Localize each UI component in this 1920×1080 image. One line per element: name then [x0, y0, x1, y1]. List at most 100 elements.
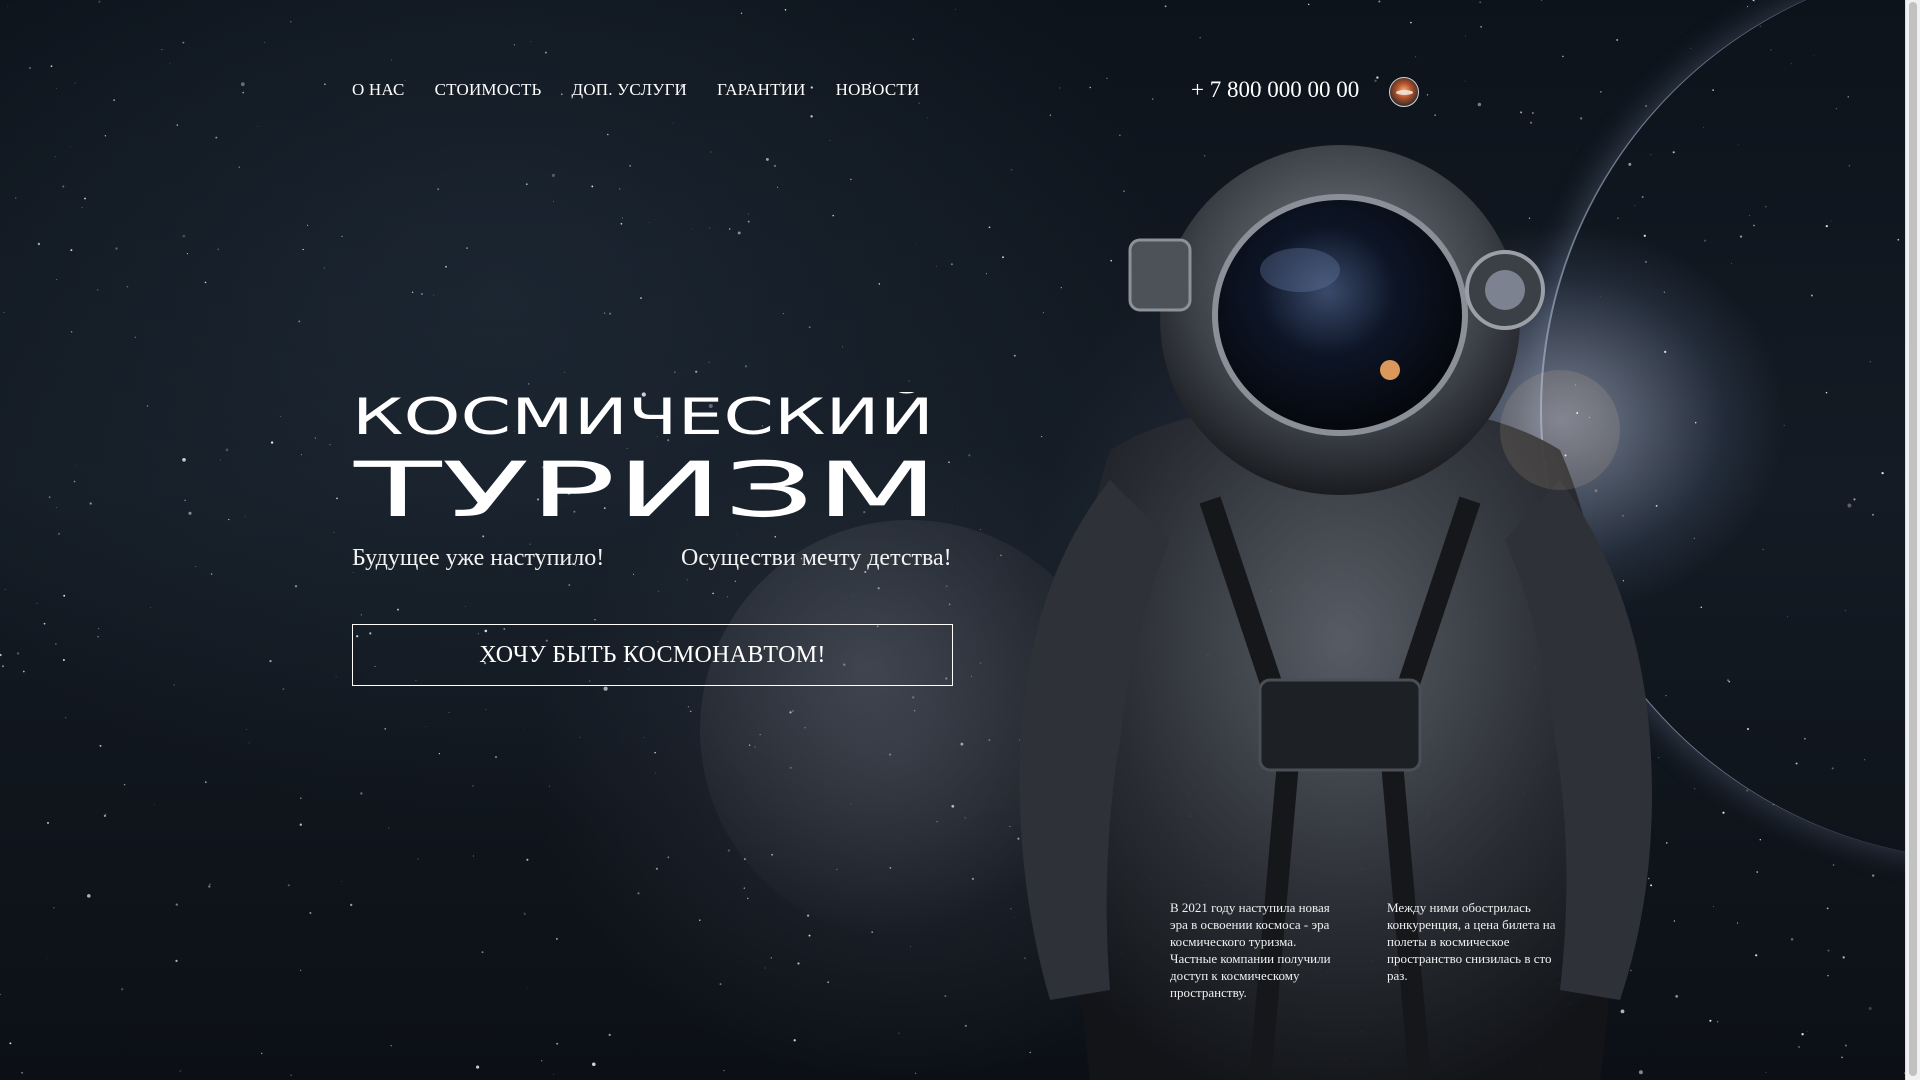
star — [737, 231, 741, 235]
star — [81, 206, 83, 208]
star — [70, 146, 71, 148]
star — [56, 506, 58, 508]
star — [620, 222, 623, 225]
star — [64, 716, 67, 719]
star — [673, 371, 676, 374]
star — [290, 1074, 292, 1076]
star — [242, 91, 245, 94]
star — [594, 619, 596, 621]
star — [699, 919, 701, 921]
star — [640, 297, 642, 300]
star — [299, 823, 302, 826]
star — [1378, 0, 1381, 3]
star — [1872, 874, 1875, 877]
star — [527, 383, 530, 385]
star — [1746, 789, 1749, 792]
star — [1827, 949, 1830, 952]
info-text-right: Между ними обострилась конкуренция, а це… — [1387, 900, 1556, 983]
star — [240, 82, 245, 87]
star — [609, 312, 612, 315]
star — [417, 858, 419, 860]
star — [1376, 76, 1379, 79]
star — [736, 533, 738, 535]
star — [564, 371, 566, 373]
scrollbar[interactable] — [1905, 0, 1920, 1080]
star — [914, 1072, 917, 1074]
star — [269, 659, 272, 663]
nav-item-about[interactable]: О НАС — [352, 80, 405, 100]
star — [63, 594, 66, 597]
star — [210, 573, 213, 575]
star — [55, 643, 57, 645]
star — [287, 884, 290, 887]
star — [793, 1039, 796, 1042]
star — [47, 821, 49, 824]
star — [832, 214, 835, 217]
star — [384, 728, 386, 730]
star — [1434, 114, 1436, 116]
phone-number[interactable]: + 7 800 000 00 00 — [1191, 77, 1359, 103]
star — [607, 133, 609, 136]
star — [476, 1065, 480, 1069]
star — [632, 573, 635, 575]
nav-item-extra-services[interactable]: ДОП. УСЛУГИ — [572, 80, 687, 100]
star — [727, 596, 729, 598]
star — [48, 496, 51, 498]
star — [104, 813, 107, 816]
become-astronaut-button[interactable]: ХОЧУ БЫТЬ КОСМОНАВТОМ! — [352, 624, 953, 686]
star — [603, 312, 606, 314]
star — [654, 751, 656, 754]
star — [1049, 114, 1052, 116]
star — [290, 21, 292, 23]
star — [898, 1032, 900, 1034]
star — [829, 139, 831, 141]
star — [1759, 839, 1761, 841]
star — [1479, 1, 1482, 4]
star — [723, 1069, 725, 1072]
star — [950, 263, 953, 266]
star — [926, 117, 928, 119]
star — [592, 1062, 596, 1067]
star — [878, 283, 881, 285]
star — [302, 248, 304, 251]
star — [608, 1033, 611, 1037]
star — [74, 464, 76, 466]
star — [134, 336, 137, 339]
star — [300, 797, 302, 799]
star — [482, 535, 485, 538]
star — [16, 652, 20, 655]
star — [244, 516, 246, 518]
star — [2, 665, 4, 668]
star — [1842, 956, 1845, 959]
star — [710, 151, 712, 153]
star — [525, 183, 528, 186]
star — [556, 1042, 559, 1045]
star — [324, 83, 326, 86]
star — [184, 499, 186, 501]
nav-item-guarantees[interactable]: ГАРАНТИИ — [717, 80, 806, 100]
star — [1841, 1056, 1843, 1059]
star — [121, 988, 124, 991]
star — [0, 653, 2, 657]
star — [603, 686, 608, 691]
star — [743, 887, 745, 889]
star — [425, 725, 427, 727]
nav-item-pricing[interactable]: СТОИМОСТЬ — [435, 80, 542, 100]
star — [494, 756, 498, 759]
star — [195, 565, 197, 567]
star — [341, 235, 343, 237]
nav-item-news[interactable]: НОВОСТИ — [836, 80, 920, 100]
star — [176, 124, 179, 126]
star — [1464, 35, 1466, 37]
star — [1755, 954, 1758, 957]
star — [523, 729, 525, 731]
star — [1801, 1033, 1804, 1036]
star — [850, 178, 852, 181]
scrollbar-thumb[interactable] — [1909, 2, 1917, 1076]
star — [553, 1074, 554, 1075]
star — [667, 856, 670, 859]
star — [97, 635, 99, 638]
subtitle-dream: Осуществи мечту детства! — [681, 545, 952, 571]
star — [96, 289, 99, 291]
profile-avatar-icon[interactable] — [1389, 77, 1419, 107]
